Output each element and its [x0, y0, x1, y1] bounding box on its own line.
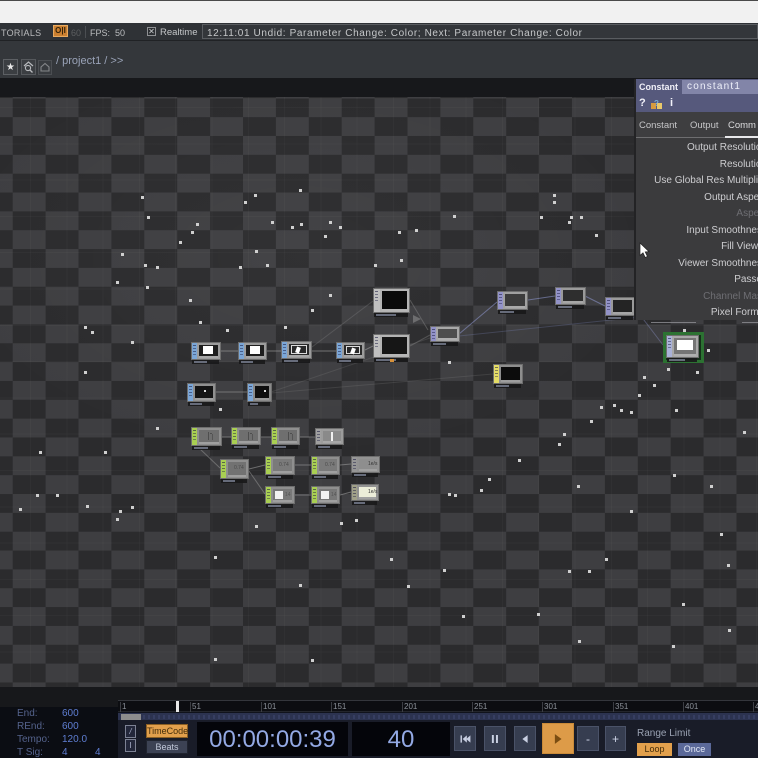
svg-text:?: ? — [654, 99, 659, 108]
